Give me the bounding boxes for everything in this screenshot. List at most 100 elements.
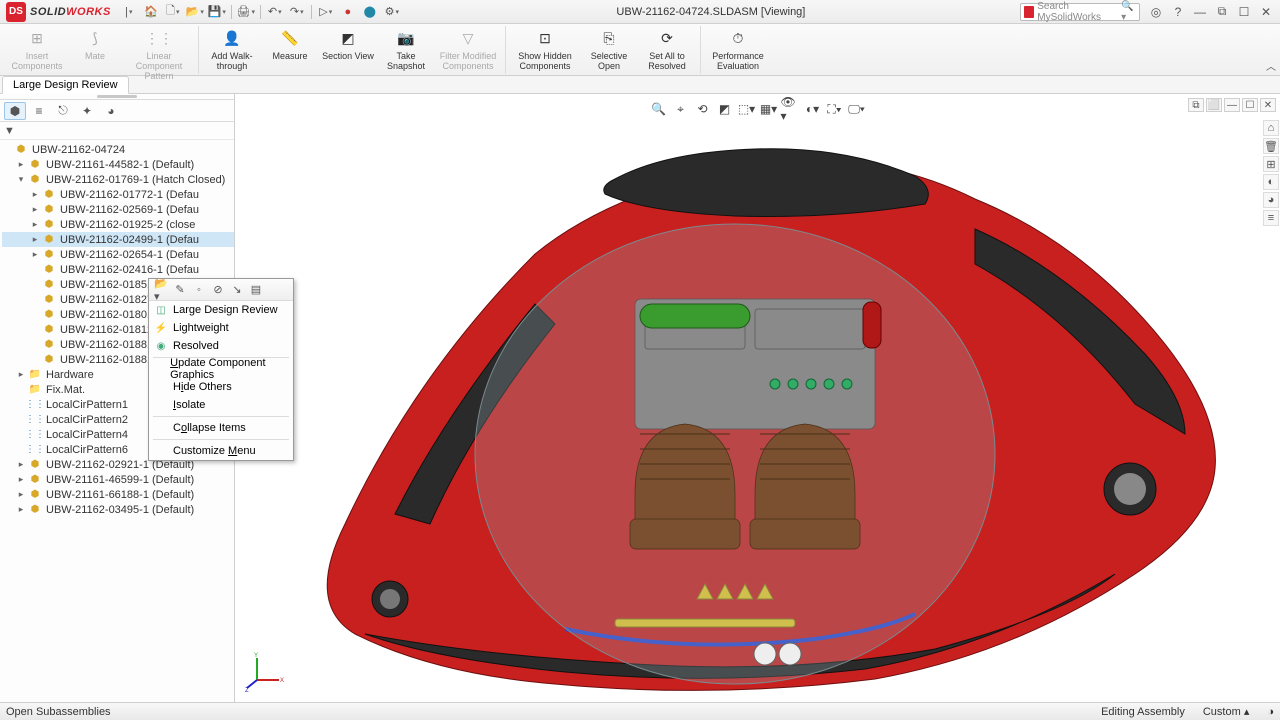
expand-icon[interactable]: ▸ — [16, 474, 26, 485]
performance-evaluation-button[interactable]: ⏱Performance Evaluation — [707, 26, 769, 71]
section-icon[interactable]: ◩ — [715, 100, 735, 118]
tree-node[interactable]: ▸⬢UBW-21162-01772-1 (Defau — [2, 187, 234, 202]
model-canvas[interactable] — [235, 94, 1280, 702]
tree-node[interactable]: ▸⬢UBW-21162-02499-1 (Defau — [2, 232, 234, 247]
apply-scene-icon[interactable]: ⛶▾ — [825, 100, 845, 118]
panel-grip-icon[interactable] — [97, 95, 137, 98]
measure-button[interactable]: 📏Measure — [263, 26, 317, 61]
taskpane-home-icon[interactable]: ⌂ — [1263, 120, 1279, 136]
ctx-open-icon[interactable]: 📂▾ — [153, 282, 169, 298]
ctx-item-lightweight[interactable]: ⚡Lightweight — [149, 319, 293, 337]
minimize-icon[interactable]: — — [1192, 4, 1208, 20]
tree-node[interactable]: ▸⬢UBW-21162-02569-1 (Defau — [2, 202, 234, 217]
vp-link-icon[interactable]: ⧉ — [1188, 98, 1204, 112]
taskpane-library-icon[interactable]: ⊞ — [1263, 156, 1279, 172]
feature-tree-tab-icon[interactable]: ⬢ — [4, 102, 26, 120]
expand-icon[interactable]: ▸ — [16, 459, 26, 470]
rebuild-icon[interactable]: ● — [338, 3, 358, 21]
vp-close-icon[interactable]: ✕ — [1260, 98, 1276, 112]
appearance-tab-icon[interactable]: ◕ — [100, 102, 122, 120]
section-view-button[interactable]: ◩Section View — [321, 26, 375, 61]
select-icon[interactable]: ▷ — [316, 3, 336, 21]
selective-open-button[interactable]: ⎘Selective Open — [582, 26, 636, 71]
expand-icon[interactable]: ▸ — [30, 249, 40, 260]
view-switch-icon[interactable]: ⧉ — [1214, 4, 1230, 20]
expand-icon[interactable]: ▸ — [16, 159, 26, 170]
expand-icon[interactable]: ▸ — [16, 489, 26, 500]
edit-appearance-icon[interactable]: ◐▾ — [803, 100, 823, 118]
vp-min-icon[interactable]: — — [1224, 98, 1240, 112]
tree-node[interactable]: ▸⬢UBW-21161-44582-1 (Default) — [2, 157, 234, 172]
tree-node[interactable]: ⬢UBW-21162-04724 — [2, 142, 234, 157]
tree-node[interactable]: ▾⬢UBW-21162-01769-1 (Hatch Closed) — [2, 172, 234, 187]
taskpane-appearance-icon[interactable]: ◕ — [1263, 192, 1279, 208]
tree-node[interactable]: ▸⬢UBW-21162-02654-1 (Defau — [2, 247, 234, 262]
ctx-edit-icon[interactable]: ✎ — [172, 282, 188, 298]
expand-icon[interactable]: ▸ — [30, 189, 40, 200]
set-resolved-button[interactable]: ⟳Set All to Resolved — [640, 26, 694, 71]
hide-show-icon[interactable]: 👁▾ — [781, 100, 801, 118]
expand-icon[interactable]: ▾ — [16, 174, 26, 185]
undo-icon[interactable]: ↶ — [265, 3, 285, 21]
save-icon[interactable]: 💾 — [207, 3, 227, 21]
vp-max-icon[interactable]: ☐ — [1242, 98, 1258, 112]
ctx-zoom-icon[interactable]: ↘ — [229, 282, 245, 298]
ctx-item-update-graphics[interactable]: Update Component Graphics — [149, 360, 293, 378]
view-orientation-icon[interactable]: ⬚▾ — [737, 100, 757, 118]
ctx-item-collapse[interactable]: Collapse Items — [149, 419, 293, 437]
ribbon-collapse-icon[interactable]: ︿ — [1266, 58, 1276, 73]
tree-node[interactable]: ▸⬢UBW-21162-01925-2 (close — [2, 217, 234, 232]
tree-node[interactable]: ▸⬢UBW-21161-46599-1 (Default) — [2, 472, 234, 487]
tree-node[interactable]: ▸⬢UBW-21162-03495-1 (Default) — [2, 502, 234, 517]
ctx-suppress-icon[interactable]: ⊘ — [210, 282, 226, 298]
taskpane-view-icon[interactable]: ◐ — [1263, 174, 1279, 190]
expand-icon[interactable]: ▸ — [16, 504, 26, 515]
expand-icon[interactable]: ▸ — [30, 204, 40, 215]
expand-icon[interactable]: ▸ — [16, 369, 26, 380]
previous-view-icon[interactable]: ⟲ — [693, 100, 713, 118]
expand-icon[interactable]: ▸ — [30, 219, 40, 230]
ctx-table-icon[interactable]: ▤ — [248, 282, 264, 298]
new-doc-icon[interactable]: 🗋 — [163, 3, 183, 21]
help-icon[interactable]: ? — [1170, 4, 1186, 20]
search-input[interactable]: Search MySolidWorks 🔍▾ — [1020, 3, 1140, 21]
property-tab-icon[interactable]: ≡ — [28, 102, 50, 120]
vp-expand-icon[interactable]: ⬜ — [1206, 98, 1222, 112]
maximize-icon[interactable]: ☐ — [1236, 4, 1252, 20]
show-hidden-button[interactable]: ⊡Show Hidden Components — [512, 26, 578, 71]
zoom-area-icon[interactable]: ⌖ — [671, 100, 691, 118]
config-tab-icon[interactable]: ⎋ — [52, 102, 74, 120]
orientation-triad-icon[interactable]: Y X Z — [245, 652, 285, 692]
ctx-item-resolved[interactable]: ◉Resolved — [149, 337, 293, 355]
tree-filter[interactable]: ▼ — [0, 122, 234, 140]
print-icon[interactable]: 🖨 — [236, 3, 256, 21]
taskpane-resources-icon[interactable]: 🗑 — [1263, 138, 1279, 154]
user-icon[interactable]: ◎ — [1148, 4, 1164, 20]
new-icon[interactable]: 🏠 — [141, 3, 161, 21]
ctx-item-customize[interactable]: Customize Menu — [149, 442, 293, 460]
walk-through-button[interactable]: 👤Add Walk-through — [205, 26, 259, 71]
redo-icon[interactable]: ↷ — [287, 3, 307, 21]
ctx-item-large-design-review[interactable]: ◫Large Design Review — [149, 301, 293, 319]
ctx-hide-icon[interactable]: ◦ — [191, 282, 207, 298]
tab-large-design-review[interactable]: Large Design Review — [2, 76, 129, 94]
display-tab-icon[interactable]: ✦ — [76, 102, 98, 120]
tree-node[interactable]: ⬢UBW-21162-02416-1 (Defau — [2, 262, 234, 277]
graphics-viewport[interactable]: 🔍 ⌖ ⟲ ◩ ⬚▾ ▦▾ 👁▾ ◐▾ ⛶▾ 🖵▾ ⧉ ⬜ — ☐ ✕ ⌂ 🗑 … — [235, 94, 1280, 702]
zoom-fit-icon[interactable]: 🔍 — [649, 100, 669, 118]
ctx-item-isolate[interactable]: Isolate — [149, 396, 293, 414]
status-extra-icon[interactable]: ◑ — [1267, 706, 1274, 718]
options-icon[interactable]: ⚙ — [382, 3, 402, 21]
take-snapshot-button[interactable]: 📷Take Snapshot — [379, 26, 433, 71]
view-settings-icon[interactable]: 🖵▾ — [847, 100, 867, 118]
expand-icon[interactable]: ▸ — [30, 234, 40, 245]
taskpane-custom-icon[interactable]: ≡ — [1263, 210, 1279, 226]
status-units[interactable]: Custom ▴ — [1203, 705, 1250, 718]
tree-node[interactable]: ▸⬢UBW-21161-66188-1 (Default) — [2, 487, 234, 502]
rebuild-all-icon[interactable]: ⬤ — [360, 3, 380, 21]
open-icon[interactable]: 📂 — [185, 3, 205, 21]
qat-separator-icon[interactable]: | — [119, 3, 139, 21]
display-style-icon[interactable]: ▦▾ — [759, 100, 779, 118]
close-icon[interactable]: ✕ — [1258, 4, 1274, 20]
search-icon[interactable]: 🔍▾ — [1121, 1, 1136, 23]
